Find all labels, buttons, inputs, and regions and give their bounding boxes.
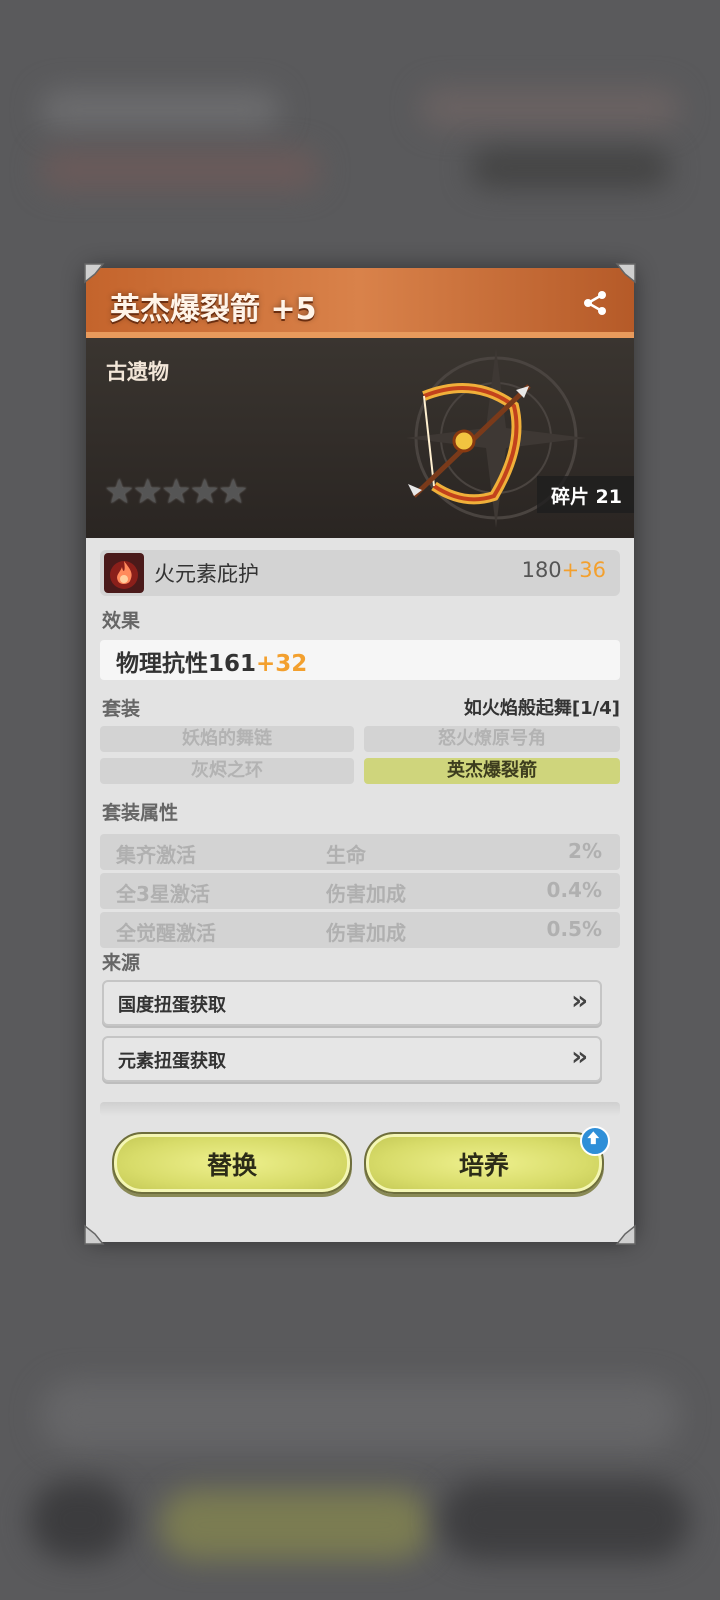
table-row: 全3星激活 伤害加成 0.4% [100,873,620,909]
bow-icon [408,383,531,505]
frame-corner-icon [83,1224,105,1246]
set-attributes-label: 套装属性 [102,802,179,824]
item-title: 英杰爆裂箭 +5 [110,292,317,327]
source-item-label: 国度扭蛋获取 [118,995,226,1016]
effect-stat: 物理抗性161+32 [116,651,308,677]
attr-condition: 集齐激活 [116,843,196,867]
star-icon: ★ [189,472,220,512]
attr-value: 0.4% [546,878,602,902]
scroll-edge [100,1102,620,1116]
star-icon: ★ [160,472,192,512]
element-bonus: +36 [561,558,606,582]
frame-corner-icon [615,1224,637,1246]
share-button[interactable] [580,288,610,318]
set-piece-chip[interactable]: 怒火燎原号角 [364,726,620,752]
attr-condition: 全觉醒激活 [116,921,216,945]
source-gacha-element-button[interactable]: 元素扭蛋获取 » [102,1036,602,1082]
element-name: 火元素庇护 [154,562,259,586]
arrow-up-badge-icon [580,1126,610,1156]
replace-button-label: 替换 [206,1151,257,1180]
source-item-label: 元素扭蛋获取 [118,1051,226,1072]
attr-condition: 全3星激活 [116,882,210,906]
attr-value: 0.5% [546,917,602,941]
upgrade-button-label: 培养 [458,1151,509,1180]
item-hero: 古遗物 ★★★★★ 碎片 21 [86,338,634,538]
source-label: 来源 [102,952,141,974]
source-gacha-kingdom-button[interactable]: 国度扭蛋获取 » [102,980,602,1026]
attr-stat: 伤害加成 [326,921,406,945]
set-piece-chip[interactable]: 妖焰的舞链 [100,726,354,752]
set-name: 如火焰般起舞[1/4] [463,698,620,719]
set-label: 套装 [102,698,141,720]
fire-element-icon [104,553,144,593]
table-row: 集齐激活 生命 2% [100,834,620,870]
attr-stat: 伤害加成 [326,882,406,906]
frame-corner-icon [83,262,105,284]
set-piece-chip[interactable]: 灰烬之环 [100,758,354,784]
set-attributes-table: 集齐激活 生命 2% 全3星激活 伤害加成 0.4% 全觉醒激活 伤害加成 0.… [100,834,620,951]
upgrade-button[interactable]: 培养 [364,1126,610,1194]
share-icon [584,291,606,315]
element-value: 180+36 [521,558,606,582]
star-icon: ★ [132,472,163,512]
double-chevron-right-icon: » [571,986,588,1016]
element-protection-row: 火元素庇护 180+36 [100,550,620,596]
effect-label: 效果 [102,610,141,632]
fragment-count: 碎片 21 [536,476,634,513]
effect-bonus: +32 [256,651,308,677]
dialog-content: 火元素庇护 180+36 效果 物理抗性161+32 套装 如火焰般起舞[1/4… [86,538,634,1242]
replace-button[interactable]: 替换 [112,1132,352,1194]
star-rating: ★★★★★ [104,472,249,512]
relic-detail-dialog: 英杰爆裂箭 +5 古遗物 ★★★★★ 碎片 21 火元素庇护 180+36 效果… [86,268,634,1242]
attr-stat: 生命 [326,843,366,867]
dialog-header: 英杰爆裂箭 +5 [86,268,634,338]
double-chevron-right-icon: » [571,1042,588,1072]
attr-value: 2% [568,839,602,863]
star-icon: ★ [104,472,135,512]
star-icon: ★ [217,472,249,512]
effect-box: 物理抗性161+32 [100,640,620,680]
frame-corner-icon [615,262,637,284]
rarity-label: 古遗物 [106,360,169,384]
table-row: 全觉醒激活 伤害加成 0.5% [100,912,620,948]
set-piece-chip-active[interactable]: 英杰爆裂箭 [364,758,620,784]
